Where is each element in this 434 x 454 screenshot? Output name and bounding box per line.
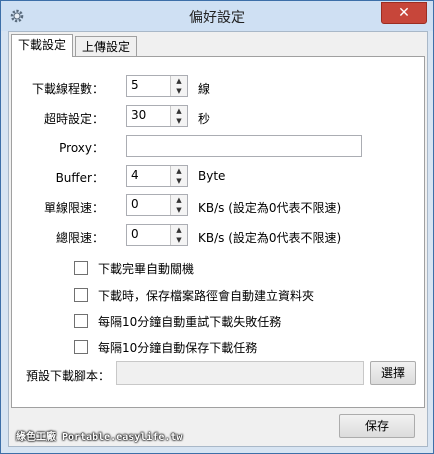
tab-upload-settings[interactable]: 上傳設定	[75, 36, 138, 57]
close-button[interactable]: ✕	[381, 2, 427, 24]
timeout-value: 30	[131, 108, 147, 122]
auto-save-label: 每隔10分鐘自動保存下載任務	[98, 341, 258, 355]
timeout-label: 超時設定：	[43, 112, 104, 126]
threads-unit: 線	[198, 82, 211, 96]
buffer-label: Buffer：	[55, 171, 104, 185]
single-limit-value: 0	[131, 197, 139, 211]
title-bar: 偏好設定 ✕	[1, 1, 433, 31]
total-limit-down-icon[interactable]: ▼	[171, 235, 187, 245]
proxy-label: Proxy：	[59, 141, 104, 155]
threads-label: 下載線程數：	[31, 82, 104, 96]
buffer-stepper[interactable]: 4 ▲ ▼	[126, 165, 188, 187]
single-limit-unit: KB/s (設定為0代表不限速)	[198, 201, 342, 215]
threads-stepper-buttons: ▲ ▼	[170, 76, 187, 96]
script-label: 預設下載腳本：	[25, 369, 110, 383]
buffer-value: 4	[131, 168, 139, 182]
buffer-unit: Byte	[198, 169, 226, 183]
buffer-down-icon[interactable]: ▼	[171, 176, 187, 186]
total-limit-value: 0	[131, 227, 139, 241]
threads-down-icon[interactable]: ▼	[171, 86, 187, 96]
script-path-field	[116, 361, 364, 385]
total-limit-unit: KB/s (設定為0代表不限速)	[198, 231, 342, 245]
timeout-stepper-buttons: ▲ ▼	[170, 106, 187, 126]
auto-create-folder-label: 下載時，保存檔案路徑會自動建立資料夾	[98, 289, 315, 303]
proxy-input[interactable]	[126, 135, 362, 157]
single-limit-stepper-buttons: ▲ ▼	[170, 195, 187, 215]
timeout-unit: 秒	[198, 112, 211, 126]
watermark: 綠色工廠 Portable.easylife.tw	[16, 432, 183, 443]
total-limit-label: 總限速：	[55, 231, 104, 245]
auto-shutdown-checkbox[interactable]	[74, 261, 88, 275]
save-button[interactable]: 保存	[339, 414, 415, 438]
client-area: 下載設定 上傳設定 下載線程數： 5 ▲ ▼ 線 超時設定： 30 ▲ ▼ 秒 …	[8, 31, 428, 447]
close-icon: ✕	[398, 5, 410, 21]
browse-script-button[interactable]: 選擇	[370, 361, 416, 385]
total-limit-stepper-buttons: ▲ ▼	[170, 225, 187, 245]
single-limit-down-icon[interactable]: ▼	[171, 205, 187, 215]
single-limit-stepper[interactable]: 0 ▲ ▼	[126, 194, 188, 216]
auto-retry-checkbox[interactable]	[74, 314, 88, 328]
download-settings-panel: 下載線程數： 5 ▲ ▼ 線 超時設定： 30 ▲ ▼ 秒 Proxy： Buf…	[11, 56, 425, 408]
tab-download-settings[interactable]: 下載設定	[11, 34, 74, 57]
auto-save-checkbox[interactable]	[74, 340, 88, 354]
single-limit-label: 單線限速：	[43, 201, 104, 215]
threads-stepper[interactable]: 5 ▲ ▼	[126, 75, 188, 97]
timeout-stepper[interactable]: 30 ▲ ▼	[126, 105, 188, 127]
buffer-stepper-buttons: ▲ ▼	[170, 166, 187, 186]
total-limit-stepper[interactable]: 0 ▲ ▼	[126, 224, 188, 246]
auto-create-folder-checkbox[interactable]	[74, 288, 88, 302]
threads-value: 5	[131, 78, 139, 92]
preferences-window: 偏好設定 ✕ 下載設定 上傳設定 下載線程數： 5 ▲ ▼ 線 超時設定： 30	[0, 0, 434, 454]
auto-shutdown-label: 下載完畢自動關機	[98, 262, 195, 276]
window-title: 偏好設定	[189, 10, 245, 26]
timeout-down-icon[interactable]: ▼	[171, 116, 187, 126]
auto-retry-label: 每隔10分鐘自動重試下載失敗任務	[98, 315, 282, 329]
